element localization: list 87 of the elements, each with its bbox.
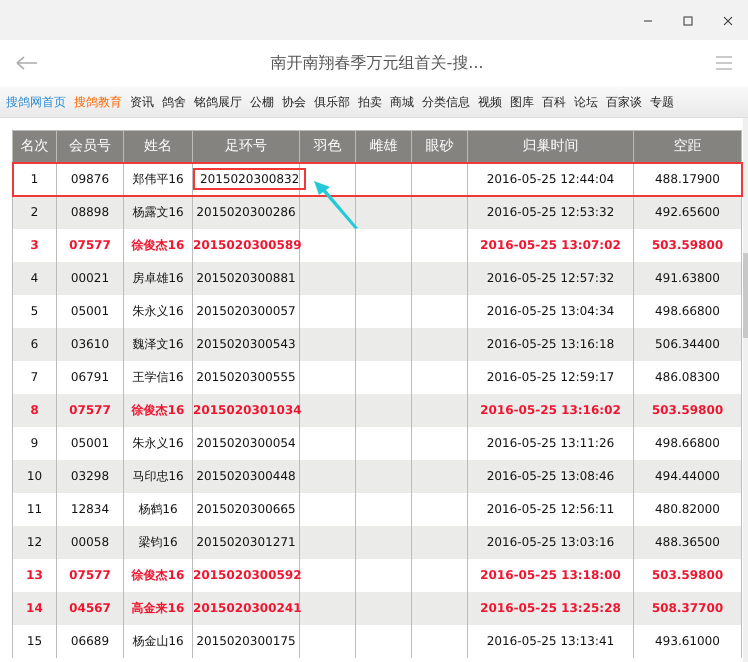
boxed-ring-number: 2015020300832 [193,168,306,190]
table-cell: 马印忠16 [124,460,192,492]
table-cell: 郑伟平16 [124,162,192,196]
table-cell: 08898 [56,196,124,228]
table-cell: 04567 [56,592,124,624]
column-header: 足环号 [192,130,300,162]
table-cell: 00058 [56,526,124,558]
close-icon [723,16,733,26]
table-cell: 2015020300241 [192,592,300,624]
table-cell: 1 [12,162,56,196]
table-cell: 488.36500 [634,526,742,558]
table-cell: 2016-05-25 13:16:18 [468,328,634,360]
nav-link[interactable]: 铭鸽展厅 [194,92,249,110]
table-cell: 杨金山16 [124,624,192,658]
arrow-drawing [314,181,358,229]
column-header: 姓名 [124,130,192,162]
table-cell: 14 [12,592,56,624]
maximize-icon [683,16,693,26]
table-cell: 12 [12,526,56,558]
table-cell: 8 [12,394,56,426]
table-cell: 魏泽文16 [124,328,192,360]
table-cell: 2016-05-25 12:44:04 [468,162,634,196]
table-cell: 梁钧16 [124,526,192,558]
nav-link[interactable]: 分类信息 [422,92,477,110]
table-cell: 09876 [56,162,124,196]
nav-link[interactable]: 专题 [650,92,681,110]
column-header: 眼砂 [412,130,468,162]
nav-link[interactable]: 图库 [510,92,541,110]
column-header: 空距 [634,130,742,162]
table-cell: 491.63800 [634,262,742,294]
table-cell: 2015020301034 [192,394,300,426]
table-cell: 2016-05-25 13:13:41 [468,624,634,658]
column-header: 雌雄 [356,130,412,162]
scrollbar-thumb[interactable] [743,253,748,338]
table-cell: 2015020300175 [192,624,300,658]
nav-link[interactable]: 鸽舍 [162,92,193,110]
scrollbar[interactable] [743,118,748,662]
nav-link[interactable]: 百家谈 [606,92,649,110]
table-cell: 高金来16 [124,592,192,624]
table-cell: 03610 [56,328,124,360]
table-cell: 2016-05-25 13:16:02 [468,394,634,426]
table-cell: 2016-05-25 12:57:32 [468,262,634,294]
table-cell: 6 [12,328,56,360]
table-cell: 2015020300881 [192,262,300,294]
table-cell: 15 [12,624,56,658]
table-cell: 徐俊杰16 [124,394,192,426]
column-header: 归巢时间 [468,130,634,162]
table-cell: 2016-05-25 13:08:46 [468,460,634,492]
table-cell: 488.17900 [634,162,742,196]
back-arrow-icon[interactable] [16,56,38,70]
table-cell: 503.59800 [634,394,742,426]
table-cell: 房卓雄16 [124,262,192,294]
table-cell: 2 [12,196,56,228]
table-cell: 2016-05-25 13:25:28 [468,592,634,624]
table-cell: 494.44000 [634,460,742,492]
table-cell: 4 [12,262,56,294]
table-cell: 508.37700 [634,592,742,624]
nav-link[interactable]: 资讯 [130,92,161,110]
nav-link[interactable]: 百科 [542,92,573,110]
table-cell: 2015020300286 [192,196,300,228]
table-cell: 2015020300543 [192,328,300,360]
nav-link[interactable]: 论坛 [574,92,605,110]
table-cell: 杨露文16 [124,196,192,228]
minimize-icon [643,20,653,22]
table-cell: 06689 [56,624,124,658]
table-cell: 2015020300448 [192,460,300,492]
column-header: 会员号 [56,130,124,162]
nav-link[interactable]: 协会 [282,92,313,110]
table-cell: 00021 [56,262,124,294]
column-header: 名次 [12,130,56,162]
window-title: 南开南翔春季万元组首关-搜... [270,52,484,74]
column-header: 羽色 [300,130,356,162]
table-cell: 03298 [56,460,124,492]
table-cell: 2015020301271 [192,526,300,558]
nav-link[interactable]: 俱乐部 [314,92,357,110]
table-cell: 493.61000 [634,624,742,658]
nav-link[interactable]: 拍卖 [358,92,389,110]
nav-link[interactable]: 视频 [478,92,509,110]
table-cell: 2016-05-25 12:53:32 [468,196,634,228]
table-cell: 2016-05-25 13:03:16 [468,526,634,558]
table-cell: 07577 [56,394,124,426]
table-cell: 506.34400 [634,328,742,360]
table-cell: 10 [12,460,56,492]
nav-link[interactable]: 公棚 [250,92,281,110]
table-cell: 492.65600 [634,196,742,228]
menu-icon[interactable] [716,56,732,70]
nav-link[interactable]: 商城 [390,92,421,110]
